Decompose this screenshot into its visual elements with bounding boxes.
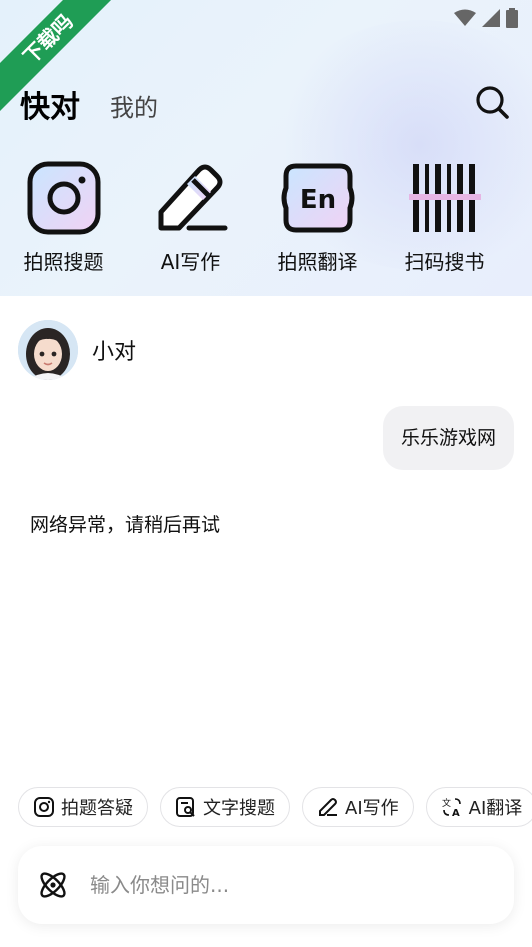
pen-icon	[319, 798, 337, 816]
pen-icon	[158, 164, 227, 231]
tool-label: 扫码搜书	[404, 250, 485, 274]
status-bar	[454, 8, 518, 28]
camera-icon	[27, 161, 100, 235]
wifi-icon	[454, 9, 476, 26]
bot-header: 小对	[18, 320, 136, 380]
tool-photo-search[interactable]: 拍照搜题	[0, 160, 127, 275]
battery-icon	[506, 8, 518, 28]
tool-scan-book[interactable]: 扫码搜书	[381, 160, 508, 275]
chat-input-bar	[18, 846, 514, 924]
tool-label: 拍照翻译	[277, 250, 358, 274]
tool-photo-translate[interactable]: En 拍照翻译	[254, 160, 381, 275]
doc-search-icon	[176, 797, 195, 817]
chip-label: 拍题答疑	[61, 798, 133, 819]
search-icon[interactable]	[474, 84, 510, 120]
atom-icon[interactable]	[36, 868, 70, 902]
chip-label: AI翻译	[468, 798, 523, 819]
tool-ai-writing[interactable]: AI写作	[127, 160, 254, 275]
svg-text:En: En	[299, 185, 335, 215]
translate-icon: 文A	[442, 797, 461, 818]
svg-text:A: A	[452, 808, 460, 818]
tool-row: 拍照搜题 AI写作 En 拍照翻译 扫码搜书	[0, 160, 532, 275]
chip-photo-qa[interactable]: 拍题答疑	[18, 787, 148, 827]
chip-ai-writing[interactable]: AI写作	[302, 787, 414, 827]
tool-label: 拍照搜题	[23, 250, 104, 274]
chip-text-search[interactable]: 文字搜题	[160, 787, 290, 827]
chip-ai-translate[interactable]: 文A AI翻译	[425, 787, 532, 827]
voice-send-placeholder[interactable]	[382, 864, 492, 908]
chip-label: 文字搜题	[203, 798, 275, 819]
barcode-icon	[408, 164, 481, 232]
quick-chips: 拍题答疑 文字搜题 AI写作 文A AI翻译	[18, 787, 532, 827]
translate-en-icon: En	[281, 163, 354, 233]
bot-name: 小对	[92, 340, 137, 365]
user-message-bubble: 乐乐游戏网	[382, 406, 514, 470]
avatar[interactable]	[18, 320, 78, 380]
svg-text:文: 文	[442, 797, 451, 809]
camera-icon	[34, 797, 54, 817]
chat-input[interactable]	[88, 872, 392, 898]
tool-label: AI写作	[160, 250, 221, 274]
signal-icon	[482, 9, 500, 27]
chip-label: AI写作	[345, 798, 399, 819]
bot-reply: 网络异常，请稍后再试	[30, 514, 221, 536]
watermark-text: 下载吗	[0, 0, 130, 122]
watermark-corner: 下载吗	[0, 0, 130, 130]
